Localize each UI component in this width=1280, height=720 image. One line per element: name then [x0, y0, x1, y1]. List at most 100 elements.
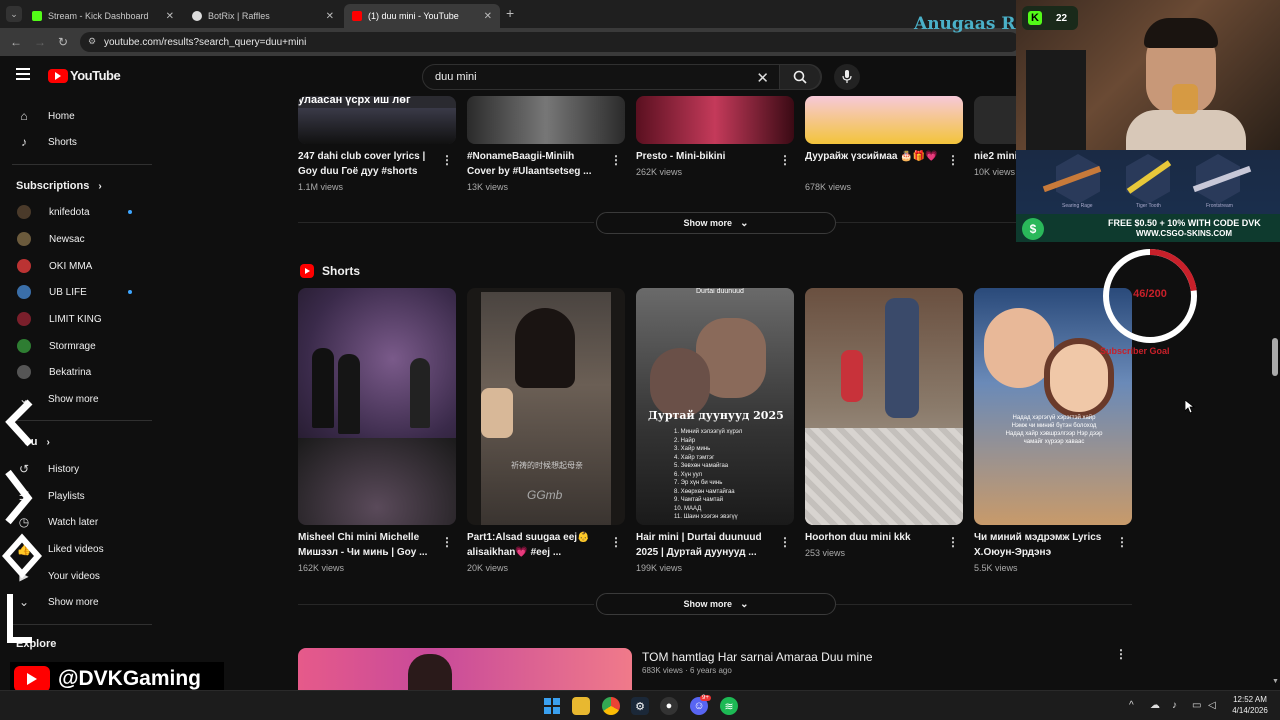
search-icon — [793, 70, 807, 84]
network-icon[interactable]: ▭ — [1192, 700, 1201, 711]
short-title[interactable]: Чи миний мэдрэмж Lyrics Х.Оюун-Эрдэнэ — [974, 530, 1109, 560]
more-actions-icon[interactable]: ⋮ — [441, 535, 453, 549]
mouse-cursor-icon — [1185, 400, 1195, 414]
sidebar-item-label: Home — [48, 110, 75, 122]
streamer-shirt — [1126, 110, 1246, 150]
more-actions-icon[interactable]: ⋮ — [441, 153, 453, 167]
show-more-button[interactable]: Show more ⌄ — [596, 212, 836, 234]
video-views: 13K views — [467, 182, 509, 192]
site-info-icon[interactable]: ⚙ — [88, 36, 96, 47]
onedrive-icon[interactable]: ☁ — [1150, 700, 1160, 711]
forward-arrow-icon[interactable]: → — [34, 35, 46, 49]
thumbnail-logo: Durtai duunuud — [696, 288, 744, 295]
file-explorer-icon[interactable] — [572, 697, 590, 715]
tab-close-icon[interactable]: ✕ — [326, 11, 334, 22]
short-thumbnail[interactable]: Durtai duunuud Дуртай дуунууд 2025 1. Ми… — [636, 288, 794, 525]
video-title[interactable]: Presto - Mini-bikini — [636, 149, 771, 164]
video-thumbnail[interactable] — [805, 96, 963, 144]
youtube-favicon-icon — [352, 11, 362, 21]
search-input[interactable]: duu mini ✕ — [422, 64, 822, 90]
sidebar-item-subscription[interactable]: Newsac — [16, 229, 85, 249]
tab-search-icon[interactable]: ⌄ — [6, 6, 22, 22]
sidebar-item-subscription[interactable]: UB LIFE — [16, 282, 87, 302]
taskbar-date[interactable]: 4/14/2026 — [1230, 706, 1270, 715]
sidebar-item-shorts[interactable]: ♪ Shorts — [16, 132, 77, 152]
sidebar-item-subscription[interactable]: LIMIT KING — [16, 309, 102, 329]
short-title[interactable]: Hair mini | Durtai duunuud 2025 | Дуртай… — [636, 530, 771, 560]
page-scrollbar-thumb[interactable] — [1272, 338, 1278, 376]
more-actions-icon[interactable]: ⋮ — [779, 535, 791, 549]
video-views: 10K views — [974, 167, 1016, 177]
video-title[interactable]: #NonameBaagii-Miniih Cover by #Ulaantset… — [467, 149, 602, 179]
windows-logo-icon — [544, 698, 560, 714]
sidebar-item-home[interactable]: ⌂ Home — [16, 106, 75, 126]
short-title[interactable]: Part1:Alsad suugaa eej👶 alisaikhan💗 #eej… — [467, 530, 602, 560]
show-hidden-icons-icon[interactable]: ^ — [1129, 700, 1134, 711]
video-thumbnail[interactable] — [974, 96, 1018, 144]
video-title[interactable]: Дуурайж үзсиймаа 🎂🎁💗 — [805, 149, 940, 164]
reload-icon[interactable]: ↻ — [58, 35, 68, 49]
video-title[interactable]: TOM hamtlag Har sarnai Amaraa Duu mine — [642, 650, 873, 664]
more-actions-icon[interactable]: ⋮ — [779, 153, 791, 167]
sidebar-item-subscription[interactable]: knifedota — [16, 202, 90, 222]
more-actions-icon[interactable]: ⋮ — [610, 153, 622, 167]
short-thumbnail[interactable]: 祈祷的时候想起母亲 GGmb — [467, 288, 625, 525]
new-tab-button[interactable]: + — [506, 5, 514, 21]
thumbnail-caption: Надад хэргэгүй хэрэгтэй хайр Нэмж чи мин… — [1005, 415, 1103, 445]
more-actions-icon[interactable]: ⋮ — [1115, 647, 1127, 661]
short-title[interactable]: Misheel Chi mini Michelle Мишээл - Чи ми… — [298, 530, 433, 560]
more-actions-icon[interactable]: ⋮ — [610, 535, 622, 549]
adult-figure — [885, 298, 919, 418]
more-actions-icon[interactable]: ⋮ — [947, 153, 959, 167]
steam-icon[interactable]: ⚙ — [631, 697, 649, 715]
youtube-play-icon — [48, 68, 68, 83]
video-title[interactable]: nie2 mini — [974, 149, 1018, 164]
voice-search-button[interactable] — [834, 64, 860, 90]
sidebar-item-subscription[interactable]: Stormrage — [16, 336, 96, 356]
chrome-icon[interactable] — [602, 697, 620, 715]
video-title[interactable]: 247 dahi club cover lyrics | Goy duu Гоё… — [298, 149, 433, 179]
video-thumbnail[interactable] — [298, 648, 632, 690]
performer-figure — [338, 354, 360, 434]
windows-start-icon[interactable] — [543, 697, 561, 715]
subscriptions-heading[interactable]: Subscriptions › — [16, 180, 102, 192]
tab-youtube[interactable]: (1) duu mini - YouTube ✕ — [344, 4, 500, 28]
menu-icon[interactable] — [16, 68, 30, 80]
short-thumbnail[interactable] — [805, 288, 963, 525]
sidebar-item-subscription[interactable]: OKI MMA — [16, 256, 92, 276]
obs-icon[interactable]: ● — [660, 697, 678, 715]
subscription-label: LIMIT KING — [49, 313, 102, 325]
person-figure — [650, 348, 710, 418]
video-meta: 683K views · 6 years ago — [642, 666, 732, 675]
tab-close-icon[interactable]: ✕ — [166, 11, 174, 22]
tab-kick-dashboard[interactable]: Stream - Kick Dashboard ✕ — [24, 4, 182, 28]
kick-logo-icon: K — [1028, 11, 1042, 25]
scroll-down-icon[interactable]: ▼ — [1272, 678, 1279, 685]
tab-botrix-raffles[interactable]: BotRix | Raffles ✕ — [184, 4, 342, 28]
more-actions-icon[interactable]: ⋮ — [947, 535, 959, 549]
back-arrow-icon[interactable]: ← — [10, 35, 22, 49]
youtube-logo[interactable]: YouTube — [48, 68, 121, 83]
youtube-logo-icon — [14, 666, 50, 692]
video-thumbnail[interactable]: улаасан үсрх иш лөг — [298, 96, 456, 144]
short-thumbnail[interactable] — [298, 288, 456, 525]
volume-icon[interactable]: ◁ — [1208, 700, 1216, 711]
short-views: 20K views — [467, 563, 509, 573]
promo-text: FREE $0.50 + 10% WITH CODE DVK — [1108, 218, 1261, 228]
tab-close-icon[interactable]: ✕ — [484, 11, 492, 22]
spotify-icon[interactable]: ≋ — [720, 697, 738, 715]
more-actions-icon[interactable]: ⋮ — [1116, 535, 1128, 549]
clear-search-icon[interactable]: ✕ — [756, 69, 769, 87]
stream-overlay-brand: Anugaas Re — [914, 14, 1027, 34]
url-field[interactable]: ⚙ youtube.com/results?search_query=duu+m… — [80, 32, 1020, 52]
botrix-favicon-icon — [192, 11, 202, 21]
taskbar-time[interactable]: 12:52 AM — [1232, 695, 1268, 704]
video-thumbnail[interactable] — [467, 96, 625, 144]
short-title[interactable]: Hoorhon duu mini kkk — [805, 530, 940, 545]
microphone-tray-icon[interactable]: ♪ — [1172, 700, 1177, 711]
drink-glass — [1172, 84, 1198, 114]
show-more-shorts-button[interactable]: Show more ⌄ — [596, 593, 836, 615]
video-thumbnail[interactable] — [636, 96, 794, 144]
search-button[interactable] — [779, 64, 821, 90]
sidebar-item-subscription[interactable]: Bekatrina — [16, 362, 91, 382]
